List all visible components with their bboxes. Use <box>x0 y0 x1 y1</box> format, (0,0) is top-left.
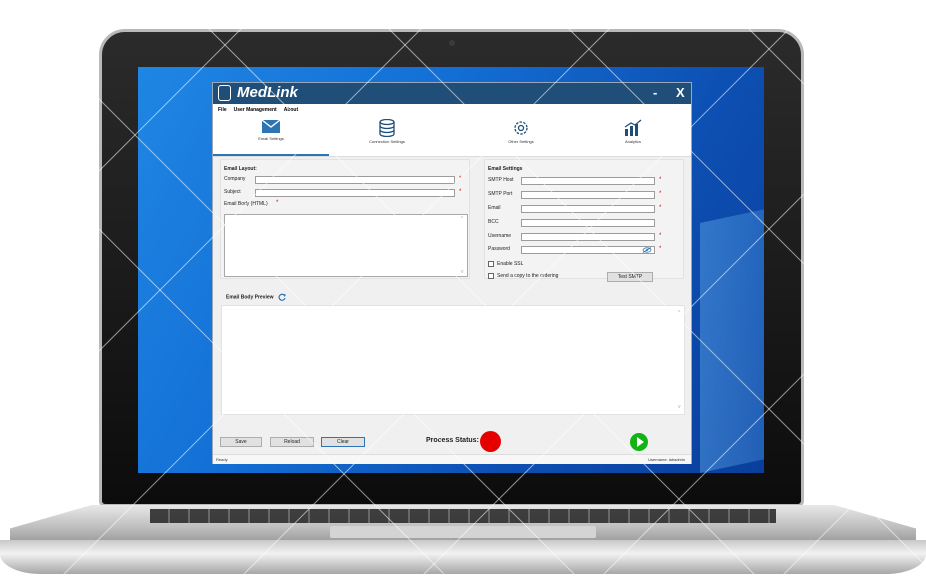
tab-label: Analytics <box>624 139 641 144</box>
subject-input[interactable] <box>255 189 455 197</box>
bar-chart-icon <box>624 119 642 136</box>
scroll-up-icon[interactable]: ^ <box>461 216 463 222</box>
minimize-button[interactable]: - <box>653 85 657 100</box>
username-input[interactable] <box>521 233 655 241</box>
enable-ssl-label: Enable SSL <box>497 261 524 267</box>
process-status-label: Process Status: <box>426 437 479 444</box>
touchpad <box>330 526 596 538</box>
email-body-textarea[interactable]: ^ v <box>224 214 468 277</box>
menu-file[interactable]: File <box>218 107 227 113</box>
enable-ssl-checkbox[interactable] <box>488 261 494 267</box>
email-body-preview: ^ v <box>221 305 685 415</box>
test-smtp-button[interactable]: Test SMTP <box>607 272 653 282</box>
tab-connection-settings[interactable]: Connection Settings <box>329 118 445 156</box>
password-label: Password <box>488 246 510 252</box>
company-input[interactable] <box>255 176 455 184</box>
email-body-label: Email Body (HTML) <box>224 201 268 207</box>
email-settings-title: Email Settings <box>488 166 523 172</box>
save-button[interactable]: Save <box>220 437 262 447</box>
webcam <box>449 40 455 46</box>
database-icon <box>379 119 395 137</box>
send-copy-label: Send a copy to the ordering <box>497 273 559 279</box>
email-settings-group: Email Settings SMTP Host * SMTP Port * E… <box>484 159 684 282</box>
smtp-host-input[interactable] <box>521 177 655 185</box>
clear-button[interactable]: Clear <box>321 437 365 447</box>
status-bar: Ready Username: labadmin <box>213 454 691 464</box>
required-mark: * <box>659 246 662 252</box>
smtp-host-label: SMTP Host <box>488 177 514 183</box>
gear-icon <box>514 121 528 135</box>
company-label: Company <box>224 176 246 182</box>
app-logo-icon <box>218 85 231 101</box>
start-process-button[interactable] <box>630 433 648 451</box>
required-mark: * <box>659 233 662 239</box>
reload-button[interactable]: Reload <box>270 437 314 447</box>
envelope-icon <box>261 119 281 133</box>
smtp-port-input[interactable] <box>521 191 655 199</box>
required-mark: * <box>459 176 462 182</box>
required-mark: * <box>659 205 662 211</box>
required-mark: * <box>276 200 279 206</box>
tab-label: Email Settings <box>258 136 284 141</box>
close-button[interactable]: X <box>676 85 685 100</box>
email-layout-title: Email Layout: <box>224 166 257 172</box>
tab-label: Connection Settings <box>369 139 405 144</box>
windows-logo-glow <box>700 191 764 473</box>
tab-strip: Email Settings Connection Settings Other… <box>213 115 691 157</box>
tab-analytics[interactable]: Analytics <box>575 118 691 156</box>
email-layout-group: Email Layout: Company * Subject * Email … <box>220 159 470 279</box>
app-title: MedLink <box>237 84 298 101</box>
scroll-up-icon[interactable]: ^ <box>678 310 680 316</box>
bcc-input[interactable] <box>521 219 655 227</box>
subject-label: Subject <box>224 189 241 195</box>
send-copy-checkbox[interactable] <box>488 273 494 279</box>
footer-bar: Save Reload Clear Process Status: <box>214 428 690 454</box>
username-label: Username <box>488 233 512 239</box>
required-mark: * <box>659 177 662 183</box>
title-bar: MedLink - X <box>213 83 691 104</box>
email-input[interactable] <box>521 205 655 213</box>
tab-other-settings[interactable]: Other Settings <box>463 118 579 156</box>
tab-label: Other Settings <box>508 139 534 144</box>
required-mark: * <box>659 191 662 197</box>
process-status-indicator <box>480 431 501 452</box>
email-label: Email <box>488 205 501 211</box>
keyboard <box>150 509 776 523</box>
email-body-preview-title: Email Body Preview <box>226 293 286 301</box>
tab-email-settings[interactable]: Email Settings <box>213 118 329 156</box>
app-window: MedLink - X File User Management About E… <box>212 82 692 464</box>
bcc-label: BCC <box>488 219 499 225</box>
scroll-down-icon[interactable]: v <box>461 269 464 275</box>
laptop-front-edge <box>0 540 926 574</box>
refresh-icon[interactable] <box>278 293 286 301</box>
current-user: Username: labadmin <box>648 457 685 462</box>
eye-slash-icon[interactable] <box>642 247 652 253</box>
smtp-port-label: SMTP Port <box>488 191 513 197</box>
ready-status: Ready <box>216 457 228 462</box>
menu-user-management[interactable]: User Management <box>234 107 277 113</box>
email-settings-panel: Email Layout: Company * Subject * Email … <box>214 157 690 417</box>
password-input[interactable] <box>521 246 655 254</box>
preview-title-text: Email Body Preview <box>226 294 274 301</box>
menu-about[interactable]: About <box>284 107 298 113</box>
scroll-down-icon[interactable]: v <box>678 404 681 410</box>
menu-bar: File User Management About <box>213 104 691 115</box>
required-mark: * <box>459 189 462 195</box>
